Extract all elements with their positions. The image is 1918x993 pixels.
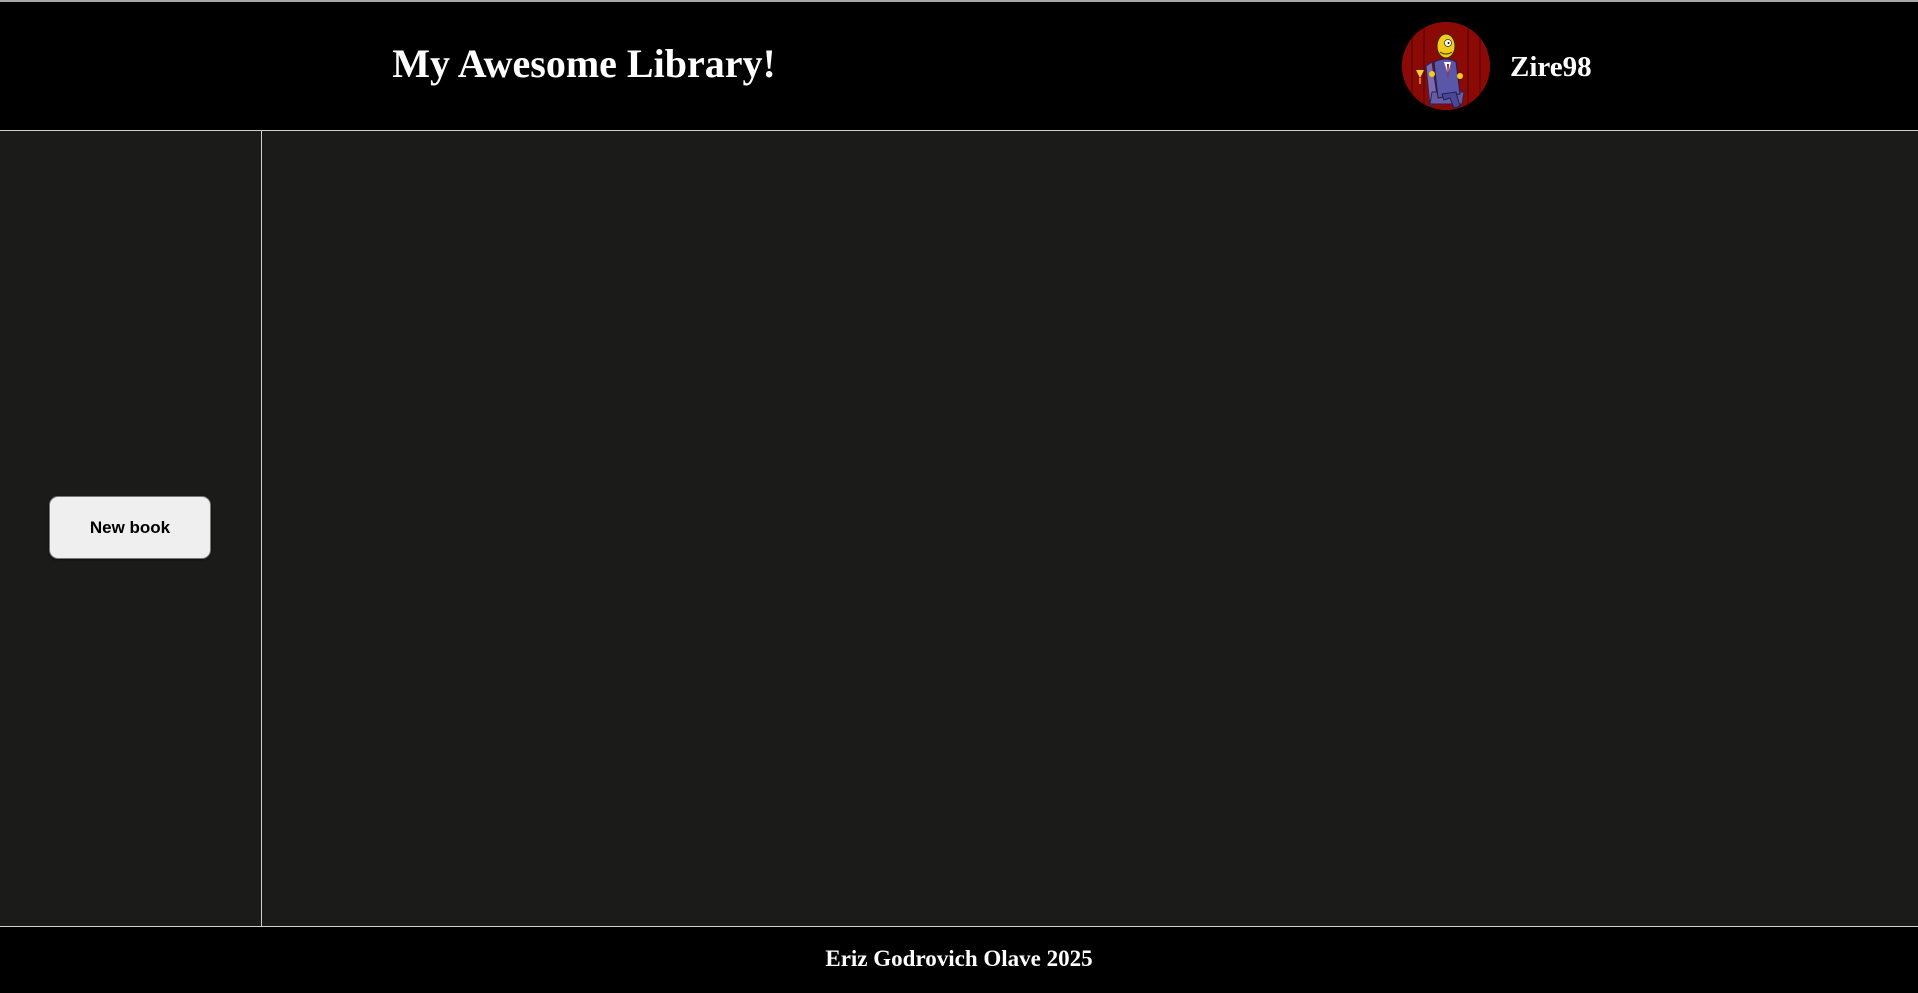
user-avatar[interactable]	[1402, 22, 1490, 110]
header: My Awesome Library! Zire98	[0, 0, 1918, 131]
library-page: My Awesome Library! Zire98 New book Eriz…	[0, 0, 1918, 993]
footer: Eriz Godrovich Olave 2025	[0, 926, 1918, 993]
book-list-area	[262, 131, 1918, 926]
new-book-button[interactable]: New book	[49, 496, 211, 559]
page-title: My Awesome Library!	[392, 41, 776, 86]
footer-credit: Eriz Godrovich Olave 2025	[825, 946, 1093, 971]
user-avatar-icon	[1402, 22, 1490, 110]
sidebar: New book	[0, 131, 262, 926]
username[interactable]: Zire98	[1510, 50, 1592, 84]
